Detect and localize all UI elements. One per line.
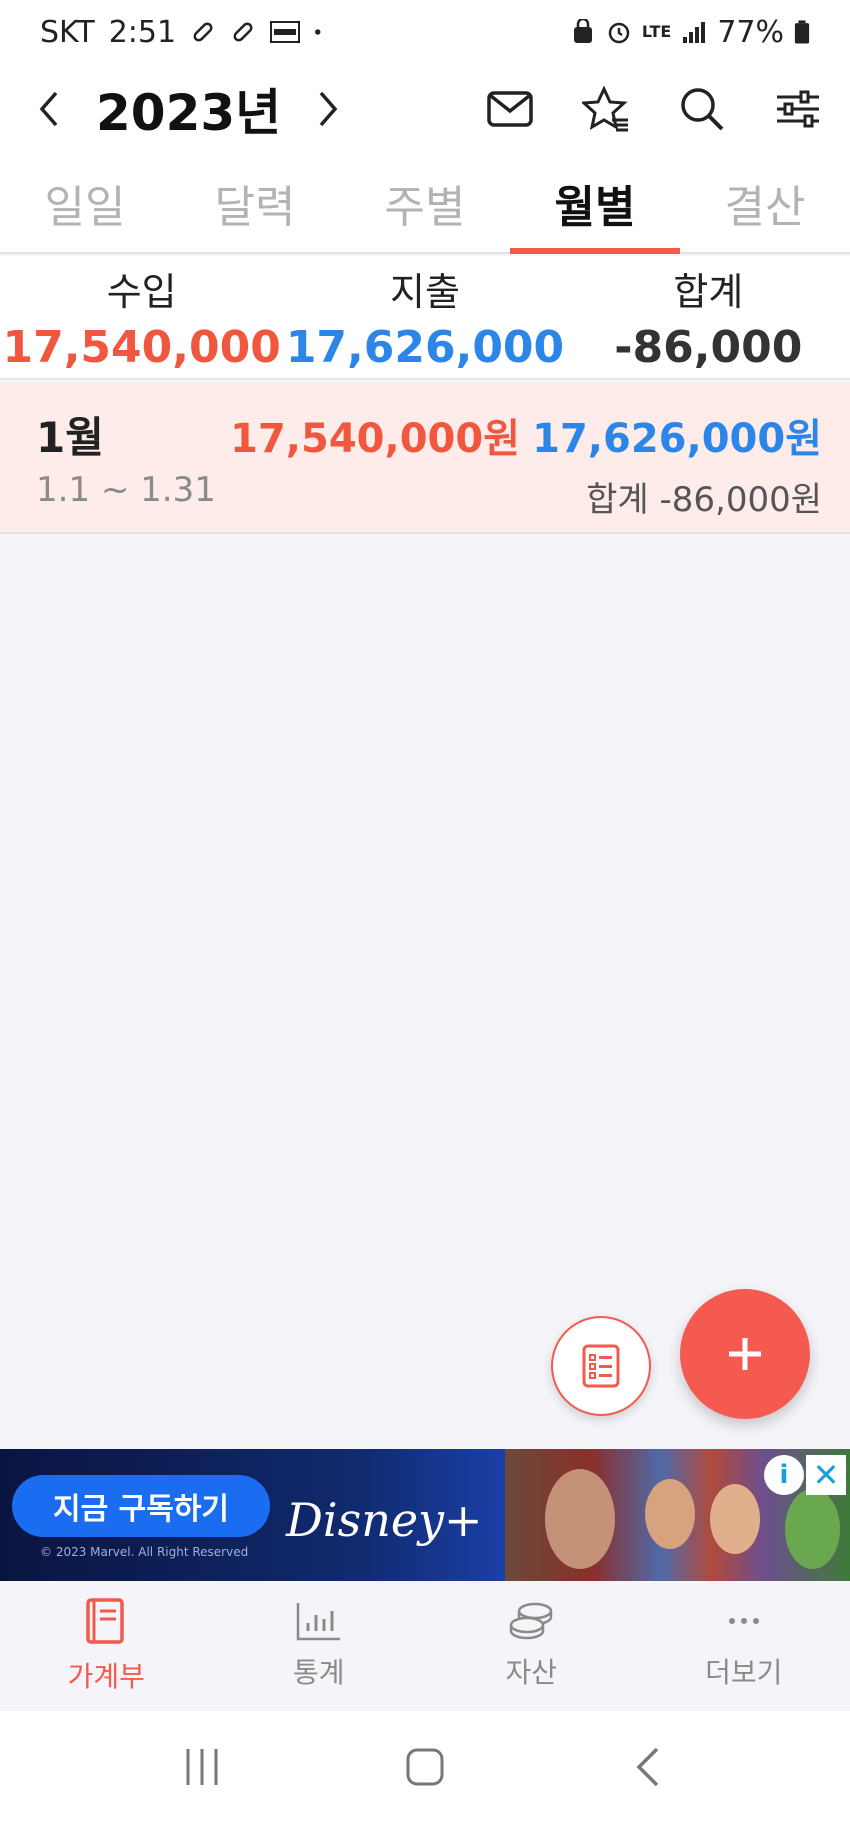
home-button[interactable]: [385, 1727, 465, 1807]
status-bar: SKT 2:51 LTE 77%: [0, 0, 850, 64]
income-label: 수입: [106, 270, 177, 314]
month-total: 합계 -86,000원: [586, 480, 822, 520]
pill-icon: [193, 22, 213, 42]
app-header: 2023년: [0, 64, 850, 154]
mail-icon: [487, 91, 533, 127]
plus-icon: [729, 1338, 761, 1370]
star-icon: [582, 86, 628, 132]
recent-apps-button[interactable]: [162, 1727, 242, 1807]
total-value: -86,000: [614, 322, 803, 373]
ad-copyright: © 2023 Marvel. All Right Reserved: [40, 1545, 249, 1559]
nav-item-assets[interactable]: 자산: [425, 1581, 638, 1711]
month-name: 1월: [36, 413, 104, 462]
book-icon: [86, 1598, 124, 1644]
nav-label: 자산: [505, 1656, 558, 1689]
tab-monthly[interactable]: 월별: [510, 154, 680, 254]
filter-icon: [777, 90, 819, 128]
vpn-icon: [573, 19, 592, 43]
alarm-icon: [608, 22, 630, 44]
home-icon: [406, 1748, 444, 1786]
chevron-left-icon: [39, 91, 58, 127]
more-icon: [728, 1618, 759, 1624]
summary-bar: 수입 17,540,000 지출 17,626,000 합계 -86,000: [0, 256, 850, 380]
lte-icon: LTE: [641, 22, 672, 41]
nav-item-stats[interactable]: 통계: [213, 1581, 426, 1711]
battery-icon: [794, 20, 810, 44]
mail-button[interactable]: [482, 81, 538, 137]
expense-value: 17,626,000: [285, 322, 565, 373]
month-income: 17,540,000원: [230, 416, 520, 462]
tab-summary[interactable]: 결산: [680, 154, 850, 252]
page-title: 2023년: [96, 84, 282, 142]
bottom-nav: 가계부 통계 자산 더보기: [0, 1581, 850, 1711]
bookmark-button[interactable]: [578, 81, 634, 137]
income-value: 17,540,000: [2, 322, 281, 373]
month-date-range: 1.1 ~ 1.31: [36, 470, 216, 510]
list-item[interactable]: 1월 1.1 ~ 1.31 17,540,000원 17,626,000원 합계…: [0, 382, 850, 534]
nav-label: 가계부: [67, 1660, 145, 1693]
payco-icon: [270, 21, 301, 43]
ad-info-icon[interactable]: i: [764, 1455, 804, 1495]
coins-icon: [510, 1602, 553, 1640]
bar-chart-icon: [296, 1603, 340, 1641]
checklist-icon: [582, 1344, 620, 1388]
signal-icon: [683, 22, 706, 43]
list-button[interactable]: [551, 1316, 651, 1416]
expense-summary: 지출 17,626,000: [283, 256, 566, 378]
back-icon: [636, 1747, 659, 1787]
add-transaction-button[interactable]: [680, 1289, 810, 1419]
recent-apps-icon: [186, 1749, 218, 1785]
expense-label: 지출: [390, 270, 460, 314]
nav-item-ledger[interactable]: 가계부: [0, 1581, 213, 1711]
ad-close-icon[interactable]: ✕: [806, 1455, 846, 1495]
search-button[interactable]: [674, 81, 730, 137]
view-tabs: 일일 달력 주별 월별 결산: [0, 154, 850, 254]
system-nav-bar: [0, 1711, 850, 1823]
prev-year-button[interactable]: [28, 79, 68, 139]
ad-subscribe-button[interactable]: 지금 구독하기: [12, 1475, 270, 1537]
next-year-button[interactable]: [309, 79, 349, 139]
total-summary: 합계 -86,000: [567, 256, 850, 378]
nav-label: 더보기: [705, 1656, 783, 1689]
ad-banner[interactable]: 지금 구독하기 © 2023 Marvel. All Right Reserve…: [0, 1449, 850, 1581]
income-summary: 수입 17,540,000: [0, 256, 283, 378]
tab-calendar[interactable]: 달력: [170, 154, 340, 252]
nav-label: 통계: [292, 1656, 345, 1689]
back-button[interactable]: [608, 1727, 688, 1807]
clock-label: 2:51: [108, 14, 177, 50]
month-expense: 17,626,000원: [532, 416, 822, 462]
battery-label: 77%: [717, 14, 784, 50]
pill-icon: [233, 22, 253, 42]
tab-daily[interactable]: 일일: [0, 154, 170, 252]
dot-icon: [315, 29, 321, 35]
tab-weekly[interactable]: 주별: [340, 154, 510, 252]
carrier-label: SKT: [40, 14, 95, 50]
ad-brand-logo: Disney+: [286, 1493, 483, 1547]
filter-button[interactable]: [770, 81, 826, 137]
total-label: 합계: [673, 270, 744, 314]
nav-item-more[interactable]: 더보기: [638, 1581, 850, 1711]
chevron-right-icon: [319, 91, 338, 127]
search-icon: [681, 88, 724, 131]
